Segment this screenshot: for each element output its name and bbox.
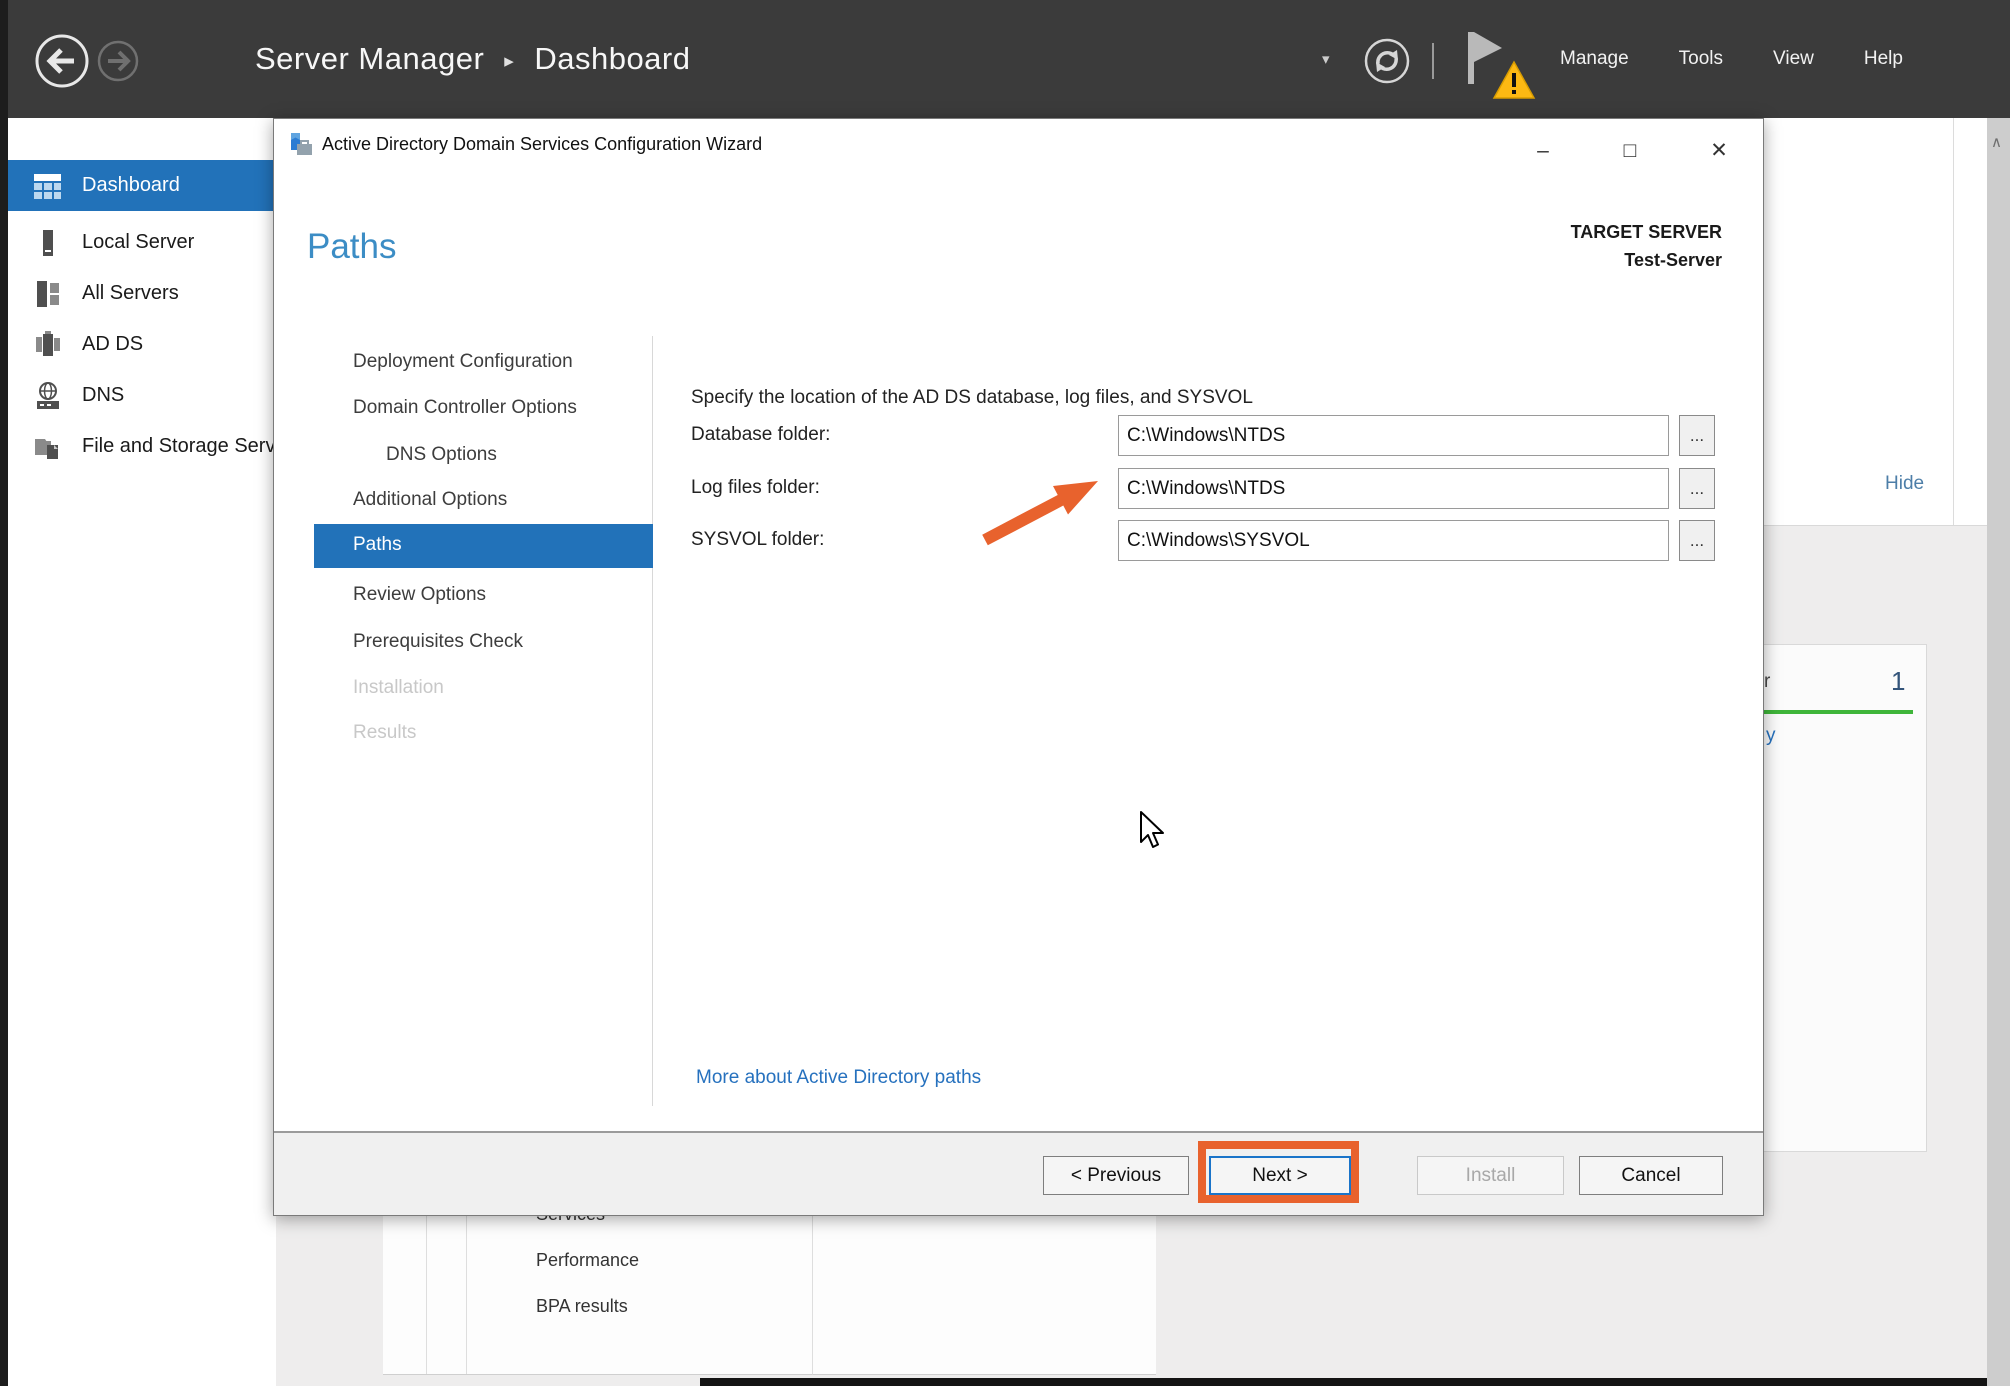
database-folder-input[interactable] [1118,415,1669,456]
target-server-label: TARGET SERVER [1571,222,1722,243]
sidebar-item-ad-ds[interactable]: AD DS [8,319,276,370]
minimize-button[interactable]: – [1521,137,1565,167]
log-files-folder-browse-button[interactable]: ... [1679,468,1715,509]
menu-bar: Manage Tools View Help [1560,0,1903,118]
more-about-paths-link[interactable]: More about Active Directory paths [696,1067,981,1089]
back-icon[interactable] [34,33,90,89]
scrollbar-up-arrow-icon[interactable]: ∧ [1991,133,2002,151]
top-bar: ▾ Server Manager ▸ Dashboard Manage Tool… [0,0,2010,118]
orange-arrow-annotation [958,450,1128,560]
window-left-edge [0,0,8,1386]
database-folder-browse-button[interactable]: ... [1679,415,1715,456]
breadcrumb-separator-icon: ▸ [504,50,514,73]
sidebar-item-label: File and Storage Services [82,435,276,458]
tile-divider [466,1216,467,1374]
step-review-options[interactable]: Review Options [353,584,486,606]
taskbar-edge [700,1378,2010,1386]
maximize-button[interactable]: □ [1608,137,1652,167]
dialog-title-bar[interactable]: Active Directory Domain Services Configu… [274,119,1763,171]
welcome-tile-panel [1764,118,1987,526]
mouse-cursor [1138,810,1168,850]
menu-help[interactable]: Help [1864,48,1903,70]
close-button[interactable]: ✕ [1697,137,1741,167]
step-domain-controller-options[interactable]: Domain Controller Options [353,397,577,419]
sidebar: Dashboard Local Server All Servers AD DS [8,118,276,1386]
tile-partial-title-text: r [1764,671,1770,693]
target-server-name: Test-Server [1571,250,1722,271]
sysvol-folder-input[interactable] [1118,520,1669,561]
breadcrumb-current[interactable]: Dashboard [534,41,690,77]
right-scrollbar[interactable] [1987,118,2010,1386]
sidebar-item-local-server[interactable]: Local Server [8,217,276,268]
sidebar-item-label: Dashboard [82,174,180,197]
server-manager-screen: Services Performance BPA results Hide r … [0,0,2010,1386]
sidebar-item-file-storage[interactable]: File and Storage Services [8,421,276,472]
breadcrumb: Server Manager ▸ Dashboard [255,0,690,118]
tile-partial-link-text[interactable]: y [1766,725,1776,747]
sidebar-item-dns[interactable]: DNS [8,370,276,421]
sidebar-item-label: All Servers [82,282,179,305]
ad-ds-status-tile [1764,644,1927,1152]
log-files-folder-input[interactable] [1118,468,1669,509]
previous-button[interactable]: < Previous [1043,1156,1189,1195]
install-button: Install [1417,1156,1564,1195]
menu-manage[interactable]: Manage [1560,48,1629,70]
dashboard-tile-bottom-right [812,1216,1156,1375]
menu-separator [1432,43,1434,79]
ad-ds-icon [33,330,63,360]
step-paths[interactable]: Paths [353,534,402,556]
hide-link[interactable]: Hide [1885,473,1924,495]
step-installation: Installation [353,677,444,699]
all-servers-icon [33,279,63,309]
tile-server-count: 1 [1891,666,1905,697]
adds-configuration-wizard-dialog: Active Directory Domain Services Configu… [273,118,1764,1216]
sidebar-item-dashboard[interactable]: Dashboard [8,160,276,211]
step-results: Results [353,722,416,744]
sysvol-folder-browse-button[interactable]: ... [1679,520,1715,561]
dialog-title: Active Directory Domain Services Configu… [322,134,762,155]
sidebar-item-label: Local Server [82,231,194,254]
dns-icon [33,381,63,411]
forward-icon[interactable] [97,40,139,82]
file-storage-icon [33,432,63,462]
tile-divider [426,1216,427,1374]
tile-item-bpa-results[interactable]: BPA results [536,1296,628,1317]
step-dns-options[interactable]: DNS Options [386,444,497,466]
sidebar-item-all-servers[interactable]: All Servers [8,268,276,319]
log-files-folder-label: Log files folder: [691,477,820,499]
nav-dropdown-caret-icon[interactable]: ▾ [1322,50,1330,68]
step-deployment-configuration[interactable]: Deployment Configuration [353,351,573,373]
menu-view[interactable]: View [1773,48,1814,70]
warning-badge-icon[interactable] [1492,60,1536,100]
sidebar-item-label: AD DS [82,333,143,356]
next-button-highlight-annotation [1198,1141,1359,1203]
tile-item-performance[interactable]: Performance [536,1250,639,1271]
step-paths-selected-row[interactable]: Paths [314,524,653,568]
breadcrumb-root[interactable]: Server Manager [255,41,484,77]
nav-divider [652,336,653,1106]
dashboard-grid-icon [33,171,63,201]
database-folder-label: Database folder: [691,424,830,446]
tile-status-green-bar [1764,710,1913,714]
page-title: Paths [307,227,397,267]
refresh-icon[interactable] [1364,38,1410,84]
local-server-icon [33,228,63,258]
menu-tools[interactable]: Tools [1679,48,1723,70]
dialog-footer: < Previous Next > Install Cancel [274,1131,1763,1215]
instruction-text: Specify the location of the AD DS databa… [691,387,1253,409]
sysvol-folder-label: SYSVOL folder: [691,529,824,551]
sidebar-item-label: DNS [82,384,124,407]
wizard-app-icon [288,132,314,158]
step-prerequisites-check[interactable]: Prerequisites Check [353,631,523,653]
step-additional-options[interactable]: Additional Options [353,489,507,511]
target-server-block: TARGET SERVER Test-Server [1571,222,1722,271]
cancel-button[interactable]: Cancel [1579,1156,1723,1195]
panel-divider [1953,118,1954,525]
